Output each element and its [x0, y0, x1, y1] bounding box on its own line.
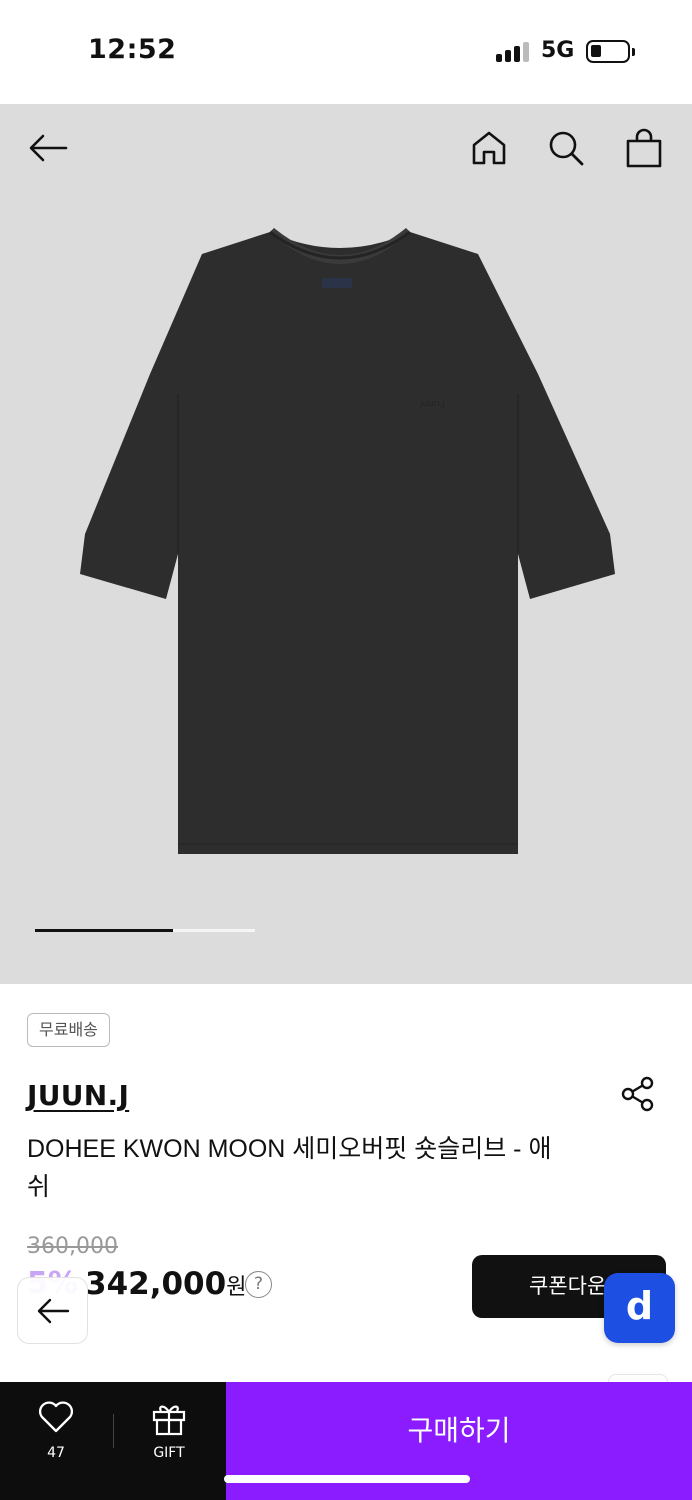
back-arrow-icon — [37, 1298, 69, 1323]
gift-icon — [152, 1405, 186, 1436]
app-d-badge[interactable]: d — [604, 1273, 675, 1343]
home-indicator — [224, 1475, 470, 1483]
status-time: 12:52 — [88, 34, 177, 65]
svg-text:juun.j: juun.j — [419, 399, 445, 409]
home-icon[interactable] — [467, 126, 511, 170]
divider — [113, 1414, 114, 1448]
product-image-gallery[interactable]: juun.j — [0, 104, 692, 984]
gallery-progress-bar — [35, 929, 255, 932]
bottom-left-panel: 47 GIFT — [0, 1382, 226, 1500]
price-help-icon[interactable]: ? — [245, 1271, 272, 1298]
sale-price: 342,000원 — [85, 1266, 246, 1302]
status-bar: 12:52 5G — [0, 0, 692, 104]
gift-button[interactable]: GIFT — [139, 1400, 199, 1470]
floating-back-button[interactable] — [17, 1277, 88, 1344]
currency-unit: 원 — [226, 1275, 247, 1300]
share-icon[interactable] — [618, 1074, 658, 1114]
network-type: 5G — [541, 38, 575, 63]
back-arrow-icon[interactable] — [26, 126, 70, 170]
gift-label: GIFT — [153, 1445, 185, 1461]
product-title: DOHEE KWON MOON 세미오버핏 숏슬리브 - 애쉬 — [27, 1135, 552, 1201]
peek-element — [608, 1374, 668, 1382]
like-button[interactable]: 47 — [26, 1400, 86, 1470]
brand-link[interactable]: JUUN.J — [27, 1079, 129, 1112]
product-tshirt-image: juun.j — [80, 228, 615, 854]
original-price: 360,000 — [27, 1234, 118, 1259]
battery-icon — [586, 40, 635, 63]
like-count: 47 — [47, 1445, 65, 1461]
cellular-signal-icon — [496, 42, 530, 62]
search-icon[interactable] — [544, 126, 588, 170]
free-shipping-badge: 무료배송 — [27, 1013, 110, 1047]
heart-icon — [39, 1401, 73, 1433]
gallery-progress-fill — [35, 929, 173, 932]
shopping-bag-icon[interactable] — [622, 126, 666, 170]
sale-price-value: 342,000 — [85, 1266, 227, 1302]
